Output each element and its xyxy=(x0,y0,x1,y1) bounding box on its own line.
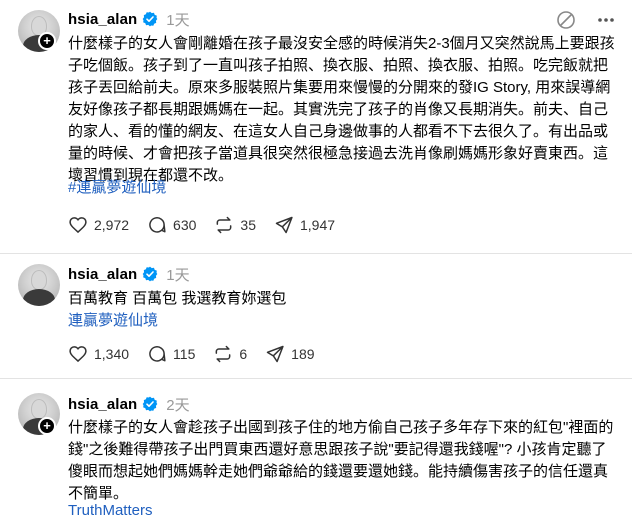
edit-slash-icon[interactable] xyxy=(556,10,576,30)
share-icon xyxy=(275,216,293,234)
follow-plus-icon[interactable]: + xyxy=(38,417,56,435)
share-button[interactable]: 189 xyxy=(265,343,315,365)
repost-count: 6 xyxy=(239,346,248,362)
repost-count: 35 xyxy=(240,217,256,233)
username[interactable]: hsia_alan xyxy=(68,396,137,413)
post-time[interactable]: 1天 xyxy=(166,264,189,285)
post-tag-link[interactable]: 連贏夢遊仙境 xyxy=(68,311,158,331)
post-text: 百萬教育 百萬包 我選教育妳選包 xyxy=(68,290,287,307)
post-divider xyxy=(0,253,632,254)
heart-icon xyxy=(69,217,87,234)
like-button[interactable]: 1,340 xyxy=(68,343,129,365)
comment-button[interactable]: 115 xyxy=(147,343,195,365)
post-time[interactable]: 1天 xyxy=(166,9,189,30)
post-header: hsia_alan 1天 xyxy=(68,8,190,30)
post-header: hsia_alan 2天 xyxy=(68,393,190,415)
post-2: hsia_alan 1天 百萬教育 百萬包 我選教育妳選包 連贏夢遊仙境 1,3… xyxy=(0,255,632,381)
comment-icon xyxy=(149,346,166,362)
post-text: 什麼樣子的女人會趁孩子出國到孩子住的地方偷自己孩子多年存下來的紅包"裡面的錢"之… xyxy=(68,419,614,502)
more-options-icon[interactable] xyxy=(596,10,616,30)
post-actions: 2,972 630 35 1,947 xyxy=(68,214,353,236)
like-count: 1,340 xyxy=(94,346,130,362)
post-time[interactable]: 2天 xyxy=(166,394,189,415)
post-divider xyxy=(0,378,632,379)
comment-count: 630 xyxy=(173,217,197,233)
verified-badge-icon xyxy=(142,11,158,27)
username[interactable]: hsia_alan xyxy=(68,266,137,283)
comment-icon xyxy=(149,217,166,233)
post-header: hsia_alan 1天 xyxy=(68,263,190,285)
repost-icon xyxy=(215,345,231,363)
post-hashtag-link[interactable]: #連贏夢遊仙境 xyxy=(68,178,166,198)
like-button[interactable]: 2,972 xyxy=(68,214,129,236)
follow-plus-icon[interactable]: + xyxy=(38,32,56,50)
post-3: + hsia_alan 2天 什麼樣子的女人會趁孩子出國到孩子住的地方偷自己孩子… xyxy=(0,381,632,517)
share-icon xyxy=(266,345,284,363)
avatar[interactable] xyxy=(18,264,60,306)
post-top-actions xyxy=(556,10,616,30)
verified-badge-icon xyxy=(142,266,158,282)
post-1: + hsia_alan 1天 什麼樣子的女人會剛離婚在孩子最沒安全感的時候消失2… xyxy=(0,0,632,258)
repost-icon xyxy=(216,216,232,234)
repost-button[interactable]: 35 xyxy=(214,214,256,236)
verified-badge-icon xyxy=(142,396,158,412)
comment-count: 115 xyxy=(173,346,196,362)
post-text: 什麼樣子的女人會剛離婚在孩子最沒安全感的時候消失2-3個月又突然說馬上要跟孩子吃… xyxy=(68,35,615,184)
post-actions: 1,340 115 6 189 xyxy=(68,343,333,365)
share-count: 1,947 xyxy=(299,217,336,233)
heart-icon xyxy=(69,346,87,363)
share-button[interactable]: 1,947 xyxy=(274,214,335,236)
comment-button[interactable]: 630 xyxy=(147,214,196,236)
repost-button[interactable]: 6 xyxy=(213,343,247,365)
post-tag-link[interactable]: TruthMatters xyxy=(68,501,152,517)
like-count: 2,972 xyxy=(94,217,130,233)
share-count: 189 xyxy=(291,346,315,362)
username[interactable]: hsia_alan xyxy=(68,11,137,28)
